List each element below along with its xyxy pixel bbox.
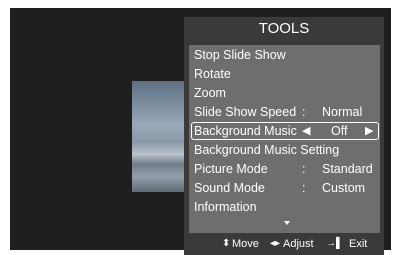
menu-item-sound-mode[interactable]: Sound Mode : Custom <box>189 179 380 197</box>
menu-item-rotate[interactable]: Rotate <box>189 65 380 83</box>
menu-item-colon: : <box>302 181 306 195</box>
menu-title: TOOLS <box>258 20 310 37</box>
menu-item-label: Information <box>194 200 257 214</box>
menu-item-value: Off <box>331 124 348 138</box>
right-arrow-icon[interactable]: ▶ <box>365 123 373 139</box>
scroll-down-icon[interactable] <box>284 221 290 225</box>
exit-label[interactable]: Exit <box>349 235 367 253</box>
menu-item-stop-slide-show[interactable]: Stop Slide Show <box>189 46 380 64</box>
adjust-label: Adjust <box>283 238 314 250</box>
menu-item-label: Sound Mode <box>194 181 265 195</box>
menu-item-label: Slide Show Speed <box>194 105 297 119</box>
menu-list: Stop Slide Show Rotate Zoom Slide Show S… <box>189 45 380 233</box>
menu-item-zoom[interactable]: Zoom <box>189 84 380 102</box>
menu-item-label: Background Music <box>194 124 297 138</box>
menu-item-slide-show-speed[interactable]: Slide Show Speed : Normal <box>189 103 380 121</box>
menu-item-label: Rotate <box>194 67 231 81</box>
menu-item-information[interactable]: Information <box>189 198 380 216</box>
menu-item-colon: : <box>302 162 306 176</box>
tools-menu: TOOLS Stop Slide Show Rotate Zoom Slide … <box>184 17 384 255</box>
menu-item-colon: : <box>302 105 306 119</box>
tv-screen: TOOLS Stop Slide Show Rotate Zoom Slide … <box>10 8 391 255</box>
adjust-icon: ◂▸ <box>270 238 281 249</box>
menu-item-background-music-setting[interactable]: Background Music Setting <box>189 141 380 159</box>
move-icon: ⬍ <box>222 238 231 249</box>
menu-item-value: Standard <box>322 162 373 176</box>
exit-icon: →▌ <box>326 238 344 249</box>
left-arrow-icon[interactable]: ◀ <box>302 123 310 139</box>
menu-item-label: Picture Mode <box>194 162 268 176</box>
menu-item-label: Background Music Setting <box>194 143 340 157</box>
menu-item-background-music[interactable]: Background Music ◀ Off ▶ <box>191 122 379 140</box>
menu-item-value: Custom <box>322 181 366 195</box>
menu-item-label: Zoom <box>194 86 226 100</box>
menu-item-label: Stop Slide Show <box>194 48 286 62</box>
menu-item-picture-mode[interactable]: Picture Mode : Standard <box>189 160 380 178</box>
menu-item-value: Normal <box>322 105 363 119</box>
footer-help: ⬍ Move ◂▸ Adjust →▌ Exit <box>184 235 384 253</box>
move-label: Move <box>232 238 259 250</box>
